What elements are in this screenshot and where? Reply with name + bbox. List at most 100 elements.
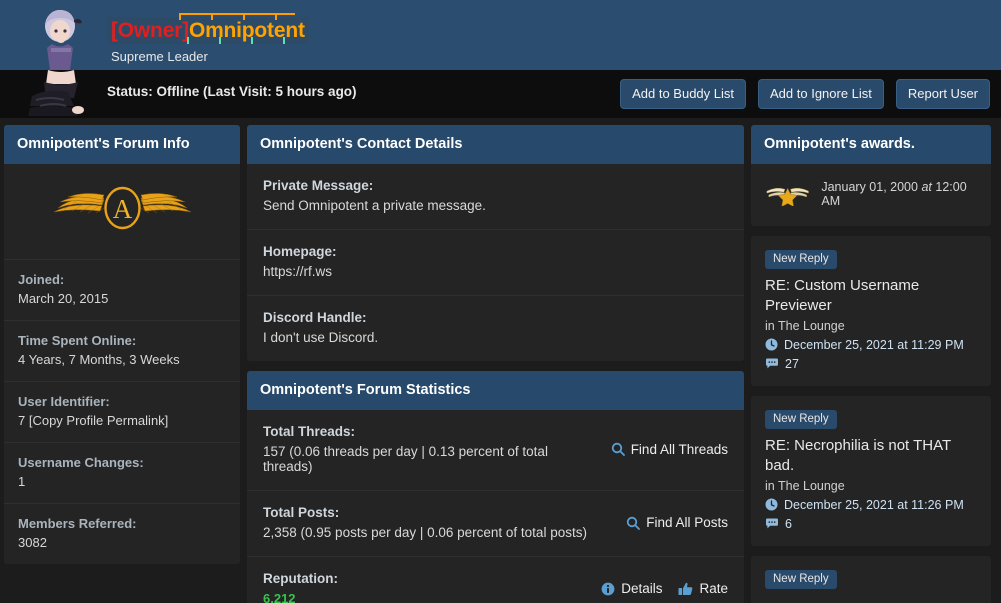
- add-to-ignore-list-button[interactable]: Add to Ignore List: [758, 79, 884, 109]
- forum-info-title: Omnipotent's Forum Info: [4, 125, 240, 164]
- stat-label: Total Threads:: [263, 424, 356, 439]
- deco-tick-up-3: [243, 13, 245, 20]
- profile-header: [Owner]Omnipotent Supreme Leader Status:…: [0, 0, 1001, 118]
- awards-panel: Omnipotent's awards. January 01, 2000 at…: [751, 125, 991, 226]
- award-item[interactable]: January 01, 2000 at 12:00 AM: [751, 164, 991, 226]
- activity-card[interactable]: New Reply: [751, 555, 991, 603]
- comment-icon: [766, 358, 778, 369]
- activity-date: December 25, 2021 at 11:29 PM: [784, 337, 964, 352]
- contact-row-private-message: Private Message: Send Omnipotent a priva…: [247, 164, 744, 230]
- status-label: Status:: [107, 84, 153, 99]
- stat-value: 2,358 (0.95 posts per day | 0.06 percent…: [263, 525, 587, 540]
- deco-tick-down-2: [219, 37, 221, 44]
- info-label: Time Spent Online:: [18, 333, 137, 348]
- activity-card[interactable]: New Reply RE: Necrophilia is not THAT ba…: [751, 395, 991, 546]
- deco-tick-down-1: [187, 37, 189, 44]
- info-row-username-changes: Username Changes: 1: [4, 443, 240, 504]
- contact-label: Private Message:: [263, 178, 374, 193]
- stat-value: 157 (0.06 threads per day | 0.13 percent…: [263, 444, 548, 474]
- stat-row-threads: Total Threads: 157 (0.06 threads per day…: [247, 410, 744, 491]
- clock-icon: [765, 498, 778, 511]
- clock-icon: [765, 338, 778, 351]
- info-label: Username Changes:: [18, 455, 144, 470]
- username-block: [Owner]Omnipotent Supreme Leader: [107, 13, 309, 64]
- username-line: [Owner]Omnipotent: [107, 13, 309, 44]
- activity-comment-count: 27: [785, 356, 799, 371]
- deco-tick-down-3: [251, 37, 253, 44]
- thumbs-up-icon: [678, 582, 693, 595]
- activity-forum: in The Lounge: [765, 318, 845, 333]
- content-columns: Omnipotent's Forum Info A Joined: March …: [0, 118, 1001, 603]
- info-value: 1: [18, 474, 26, 489]
- activity-thread-title[interactable]: RE: Custom Username Previewer: [765, 276, 977, 316]
- info-value: 4 Years, 7 Months, 3 Weeks: [18, 352, 180, 367]
- info-label: User Identifier:: [18, 394, 110, 409]
- award-date: January 01, 2000 at 12:00 AM: [821, 180, 979, 208]
- send-private-message-link[interactable]: Send Omnipotent a private message.: [263, 198, 728, 213]
- copy-profile-permalink-link[interactable]: 7 [Copy Profile Permalink]: [18, 413, 226, 428]
- add-to-buddy-list-button[interactable]: Add to Buddy List: [620, 79, 747, 109]
- status-value: Offline (Last Visit: 5 hours ago): [156, 84, 357, 99]
- activity-forum: in The Lounge: [765, 478, 845, 493]
- new-reply-badge: New Reply: [765, 250, 837, 269]
- reputation-rate-link[interactable]: Rate: [678, 581, 728, 596]
- contact-row-discord: Discord Handle: I don't use Discord.: [247, 296, 744, 361]
- find-all-threads-label: Find All Threads: [630, 441, 728, 457]
- username-text: Omnipotent: [188, 19, 305, 42]
- activity-date-meta: December 25, 2021 at 11:29 PM: [765, 338, 977, 352]
- new-reply-badge: New Reply: [765, 409, 837, 429]
- report-user-button[interactable]: Report User: [895, 79, 990, 109]
- forum-statistics-panel: Omnipotent's Forum Statistics Total Thre…: [247, 371, 744, 603]
- info-row-user-identifier: User Identifier: 7 [Copy Profile Permali…: [4, 382, 240, 443]
- contact-value: I don't use Discord.: [263, 330, 379, 345]
- svg-text:A: A: [112, 194, 132, 224]
- deco-tick-up-2: [211, 13, 213, 20]
- reputation-details-link[interactable]: Details: [601, 581, 662, 596]
- search-icon: [627, 516, 641, 530]
- stat-row-posts: Total Posts: 2,358 (0.95 posts per day |…: [247, 491, 744, 557]
- info-value: 3082: [18, 535, 47, 550]
- profile-page: [Owner]Omnipotent Supreme Leader Status:…: [0, 0, 1001, 603]
- status-bar: Status: Offline (Last Visit: 5 hours ago…: [0, 70, 1001, 118]
- info-row-joined: Joined: March 20, 2015: [4, 260, 240, 321]
- header-actions: Add to Buddy List Add to Ignore List Rep…: [620, 79, 990, 109]
- reputation-value: 6,212: [263, 591, 296, 603]
- rank-image-box: A: [4, 164, 240, 260]
- username-decoration-bar: [179, 13, 295, 15]
- activity-date-meta: December 25, 2021 at 11:26 PM: [765, 498, 977, 512]
- contact-row-homepage: Homepage: https://rf.ws: [247, 230, 744, 296]
- find-all-posts-link[interactable]: Find All Posts: [626, 515, 728, 530]
- info-value: March 20, 2015: [18, 291, 109, 306]
- left-column: Omnipotent's Forum Info A Joined: March …: [4, 125, 240, 574]
- awards-title: Omnipotent's awards.: [751, 125, 991, 164]
- award-date-text: January 01, 2000: [821, 180, 918, 194]
- find-all-threads-link[interactable]: Find All Threads: [611, 442, 728, 457]
- winged-star-award-icon: [766, 187, 809, 206]
- info-row-time-online: Time Spent Online: 4 Years, 7 Months, 3 …: [4, 321, 240, 382]
- stat-row-reputation: Reputation: 6,212 Details Rate: [247, 557, 744, 603]
- stat-label: Total Posts:: [263, 505, 340, 520]
- contact-label: Discord Handle:: [263, 310, 367, 325]
- award-at-text: at: [921, 180, 932, 194]
- forum-info-panel: Omnipotent's Forum Info A Joined: March …: [4, 125, 240, 564]
- stat-label: Reputation:: [263, 571, 338, 586]
- contact-details-panel: Omnipotent's Contact Details Private Mes…: [247, 125, 744, 361]
- activity-card[interactable]: New Reply RE: Custom Username Previewer …: [751, 236, 991, 386]
- homepage-link[interactable]: https://rf.ws: [263, 264, 728, 279]
- rate-label: Rate: [699, 581, 728, 596]
- info-label: Members Referred:: [18, 516, 137, 531]
- info-icon: [601, 582, 615, 595]
- contact-label: Homepage:: [263, 244, 337, 259]
- activity-thread-title[interactable]: RE: Necrophilia is not THAT bad.: [765, 436, 977, 476]
- info-label: Joined:: [18, 272, 65, 287]
- deco-tick-up-1: [179, 13, 181, 20]
- search-icon: [611, 442, 625, 456]
- right-column: Omnipotent's awards. January 01, 2000 at…: [751, 125, 991, 603]
- header-top: [Owner]Omnipotent Supreme Leader: [0, 0, 1001, 70]
- activity-comments-meta: 6: [765, 517, 977, 531]
- username-prefix: [Owner]: [111, 19, 189, 42]
- avatar[interactable]: [22, 4, 100, 118]
- activity-comment-count: 6: [785, 516, 792, 531]
- new-reply-badge: New Reply: [765, 569, 837, 589]
- find-all-posts-label: Find All Posts: [646, 515, 728, 530]
